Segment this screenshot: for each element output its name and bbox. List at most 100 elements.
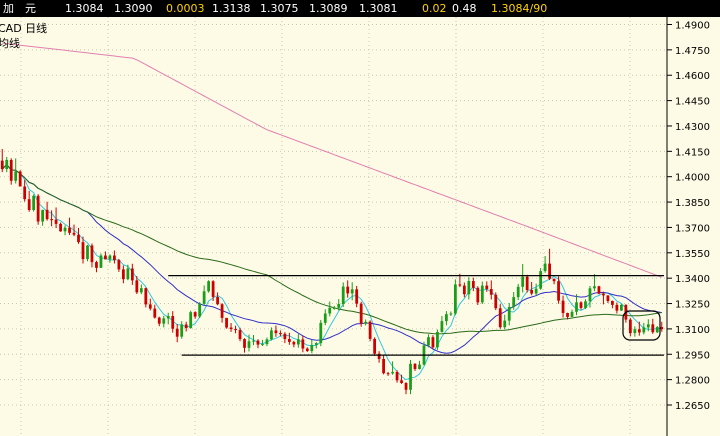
candle-body bbox=[189, 312, 193, 329]
candle-body bbox=[265, 339, 269, 345]
candle-body bbox=[135, 280, 139, 293]
candle-body bbox=[220, 304, 224, 318]
candle-body bbox=[471, 281, 475, 288]
candle-body bbox=[350, 289, 354, 294]
candle-body bbox=[611, 300, 614, 305]
candle-body bbox=[364, 321, 368, 324]
candle-body bbox=[507, 306, 511, 321]
candle-body bbox=[431, 337, 435, 348]
candle-body bbox=[548, 263, 551, 279]
candle-body bbox=[14, 171, 18, 181]
candle-body bbox=[50, 219, 53, 221]
candle-body bbox=[579, 302, 583, 308]
candle-body bbox=[516, 286, 520, 298]
candle-body bbox=[256, 340, 260, 345]
candle-body bbox=[489, 288, 493, 295]
candle-body bbox=[283, 333, 287, 340]
price-tick-label: 1.4600 bbox=[675, 71, 710, 82]
ma-label: 均线 bbox=[0, 36, 20, 50]
candle-body bbox=[243, 339, 246, 348]
candle-body bbox=[99, 255, 103, 268]
candle-body bbox=[166, 316, 170, 319]
candle-body bbox=[108, 255, 112, 260]
candle-body bbox=[23, 186, 27, 200]
candle-body bbox=[292, 341, 296, 345]
chart-window: 加 元 1.3084 1.3090 0.0003 1.3138 1.3075 1… bbox=[0, 0, 720, 436]
candle-body bbox=[162, 318, 166, 324]
candle-body bbox=[171, 316, 175, 329]
candle-body bbox=[619, 304, 623, 311]
candle-body bbox=[386, 373, 390, 375]
candle-body bbox=[41, 209, 45, 222]
candle-body bbox=[413, 363, 417, 369]
candle-body bbox=[368, 321, 372, 339]
price-tick-label: 1.3100 bbox=[675, 325, 710, 336]
candle-body bbox=[449, 313, 453, 315]
candle-body bbox=[193, 312, 197, 317]
candle-body bbox=[68, 227, 71, 233]
candle-body bbox=[557, 281, 560, 301]
candle-body bbox=[63, 227, 67, 232]
candle-body bbox=[391, 372, 394, 374]
high-price: 1.3090 bbox=[114, 2, 153, 15]
quote-bar: 加 元 1.3084 1.3090 0.0003 1.3138 1.3075 1… bbox=[0, 0, 720, 17]
candle-body bbox=[409, 363, 412, 390]
candle-body bbox=[552, 278, 556, 282]
candle-body bbox=[121, 269, 125, 280]
price-tick-label: 1.2650 bbox=[675, 401, 710, 412]
candle-body bbox=[373, 338, 377, 354]
candle-body bbox=[404, 383, 408, 390]
candle-body bbox=[337, 304, 341, 308]
candle-body bbox=[436, 331, 439, 348]
candle-body bbox=[602, 293, 605, 296]
candle-body bbox=[427, 337, 430, 346]
candle-body bbox=[261, 344, 264, 346]
candle-body bbox=[655, 327, 659, 333]
ma-5-line bbox=[1, 163, 662, 381]
candle-body bbox=[77, 234, 80, 243]
candle-body bbox=[27, 199, 31, 211]
price-tick-label: 1.3550 bbox=[675, 249, 710, 260]
candle-body bbox=[45, 209, 49, 220]
open-price: 1.3084 bbox=[65, 2, 104, 15]
price-tick-label: 1.4000 bbox=[675, 173, 710, 184]
candlestick-chart[interactable]: 1.4900 1.4750 1.4600 1.4450 1.4300 1.4150 1.40… bbox=[0, 17, 720, 436]
candle-body bbox=[207, 281, 211, 292]
candle-body bbox=[440, 321, 444, 332]
candle-body bbox=[175, 328, 179, 337]
candle-body bbox=[494, 294, 498, 309]
candle-body bbox=[539, 271, 543, 289]
ask-price: 1.3081 bbox=[359, 2, 398, 15]
percent-change: 0.02 bbox=[422, 2, 447, 15]
candle-body bbox=[476, 287, 480, 303]
price-tick-label: 1.3400 bbox=[675, 274, 710, 285]
candle-body bbox=[584, 301, 587, 308]
candle-body bbox=[184, 324, 188, 329]
candle-body bbox=[332, 307, 336, 309]
price-tick-label: 1.3850 bbox=[675, 198, 710, 209]
candle-body bbox=[642, 327, 646, 333]
candle-body bbox=[130, 268, 134, 281]
candle-body bbox=[139, 288, 143, 293]
price-tick-label: 1.3700 bbox=[675, 223, 710, 234]
candle-body bbox=[525, 276, 529, 291]
candle-body bbox=[86, 245, 89, 260]
candle-body bbox=[530, 290, 534, 294]
candle-body bbox=[646, 324, 650, 328]
candle-body bbox=[126, 268, 130, 280]
candle-body bbox=[198, 303, 202, 317]
candle-body bbox=[225, 317, 228, 328]
candle-body bbox=[418, 364, 421, 369]
bid-ask-pair: 1.3084/90 bbox=[491, 2, 548, 15]
candle-body bbox=[202, 291, 206, 304]
candle-body bbox=[628, 319, 632, 334]
candle-body bbox=[521, 276, 525, 287]
candle-body bbox=[72, 232, 76, 235]
candle-body bbox=[575, 302, 578, 312]
candle-body bbox=[561, 300, 565, 314]
candle-series bbox=[0, 148, 664, 395]
candle-body bbox=[566, 313, 569, 317]
candle-body bbox=[462, 285, 466, 295]
price-tick-label: 1.4450 bbox=[675, 97, 710, 108]
candle-body bbox=[229, 327, 233, 330]
